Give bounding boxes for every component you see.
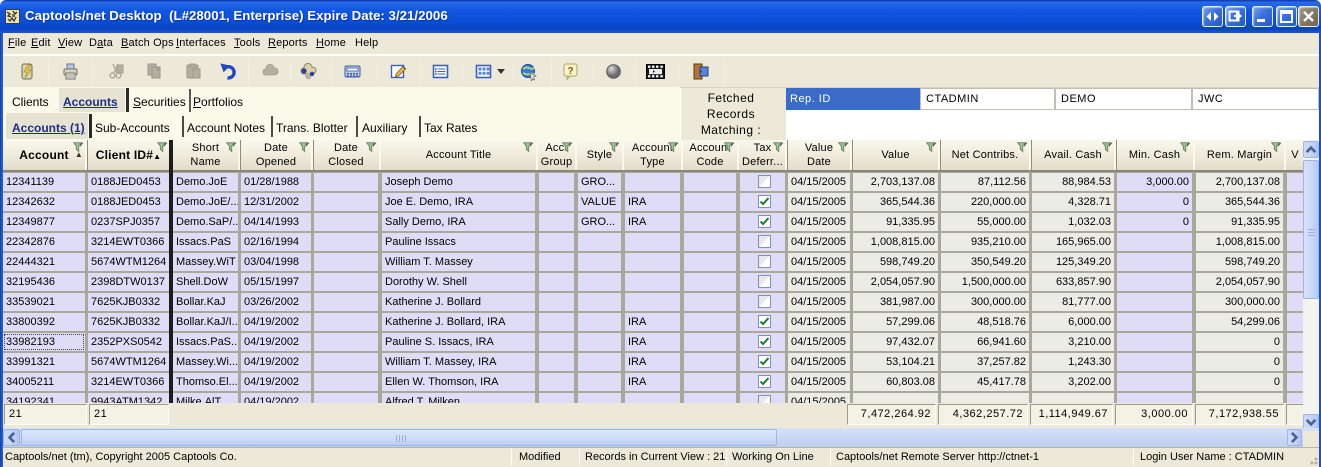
svg-text:?: ? (567, 66, 573, 77)
